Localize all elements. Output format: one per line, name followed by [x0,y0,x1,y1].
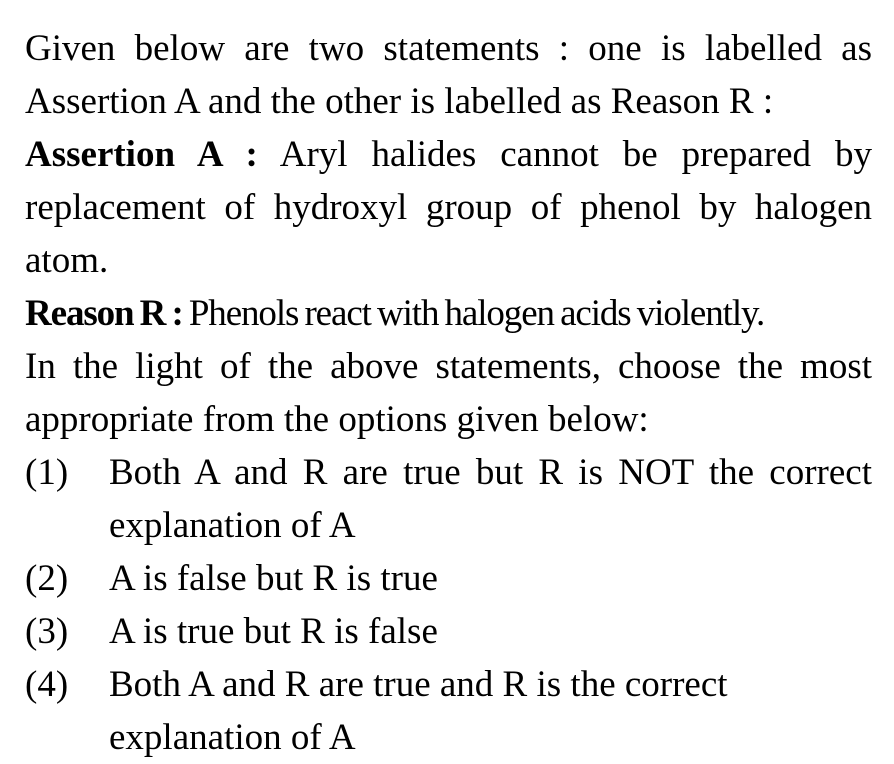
options-list: (1) Both A and R are true but R is NOT t… [25,446,872,764]
reason-label: Reason R : [25,293,184,334]
option-text: A is true but R is false [109,611,438,652]
option-number: (1) [25,452,69,493]
question-page: Given below are two statements : one is … [0,0,894,762]
question-instruction: In the light of the above statements, ch… [25,346,872,440]
option-1[interactable]: (1) Both A and R are true but R is NOT t… [25,446,872,552]
option-number: (2) [25,558,69,599]
reason-statement: Reason R : Phenols react with halogen ac… [25,287,872,340]
question-intro: Given below are two statements : one is … [25,28,872,122]
option-3[interactable]: (3) A is true but R is false [25,605,872,658]
option-4[interactable]: (4) Both A and R are true and R is the c… [25,658,872,764]
option-2[interactable]: (2) A is false but R is true [25,552,872,605]
option-number: (4) [25,664,69,705]
option-text: Both A and R are true and R is the corre… [109,664,728,758]
option-number: (3) [25,611,69,652]
option-text: Both A and R are true but R is NOT the c… [109,452,872,546]
assertion-statement: Assertion A : Aryl halides cannot be pre… [25,128,872,287]
option-text: A is false but R is true [109,558,438,599]
assertion-label: Assertion A : [25,134,258,175]
reason-text: Phenols react with halogen acids violent… [188,293,765,334]
